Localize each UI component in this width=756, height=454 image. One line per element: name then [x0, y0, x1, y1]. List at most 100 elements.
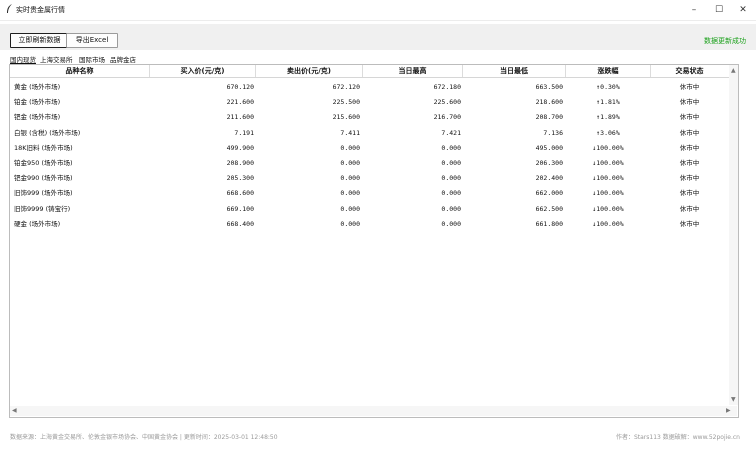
scroll-up-icon[interactable]: ▲ — [731, 67, 736, 74]
cell-name: 钯金 (场外市场) — [14, 113, 61, 122]
window-title: 实时贵金属行情 — [16, 6, 65, 14]
cell-day-high: 7.421 — [441, 128, 461, 137]
cell-day-high: 225.600 — [433, 98, 461, 107]
cell-day-high: 0.000 — [441, 204, 461, 213]
column-header-buy[interactable]: 买入价(元/克) — [150, 65, 256, 77]
cell-name: 白银 (含税) (场外市场) — [14, 128, 81, 137]
cell-name: 黄金 (场外市场) — [14, 83, 61, 91]
vertical-scrollbar[interactable]: ▲ ▼ — [729, 65, 738, 405]
cell-name: 铂金 (场外市场) — [14, 98, 61, 107]
cell-buy-price: 670.120 — [226, 83, 254, 91]
table-row[interactable]: 18K旧料 (场外市场) 499.900 0.000 0.000 495.000 ↓100… — [10, 141, 737, 156]
cell-day-high: 0.000 — [441, 219, 461, 228]
cell-day-low: 202.400 — [535, 174, 563, 183]
cell-day-low: 662.000 — [535, 189, 563, 198]
column-header-change[interactable]: 涨跌幅 — [566, 65, 651, 77]
tab-brand-stores[interactable]: 品牌金店 — [110, 54, 136, 64]
cell-sell-price: 672.120 — [332, 83, 360, 91]
maximize-icon[interactable]: ☐ — [707, 3, 731, 17]
cell-name: 18K旧料 (场外市场) — [14, 143, 73, 152]
scroll-down-icon[interactable]: ▼ — [731, 396, 736, 403]
cell-change: ↓100.00% — [592, 204, 624, 213]
cell-day-high: 0.000 — [441, 143, 461, 152]
data-source-note: 数据来源：上海黄金交易所、伦敦金银市场协会、中国黄金协会 | 更新时间：2025… — [10, 434, 278, 441]
cell-status: 休市中 — [679, 159, 700, 167]
minimize-icon[interactable]: – — [682, 3, 706, 17]
cell-day-low: 7.136 — [543, 128, 563, 137]
tab-domestic-spot[interactable]: 国内现货 — [10, 54, 36, 64]
cell-day-high: 672.180 — [433, 83, 461, 91]
cell-change: ↓100.00% — [592, 189, 624, 198]
cell-day-low: 663.500 — [535, 83, 563, 91]
cell-day-high: 0.000 — [441, 174, 461, 183]
table-row[interactable]: 硬金 (场外市场) 668.400 0.000 0.000 661.800 ↓100.00… — [10, 217, 737, 232]
cell-status: 休市中 — [679, 204, 700, 213]
cell-status: 休市中 — [679, 189, 700, 198]
cell-buy-price: 7.191 — [234, 128, 254, 137]
status-message: 数据更新成功 — [704, 37, 746, 45]
column-header-low[interactable]: 当日最低 — [463, 65, 566, 77]
cell-change: ↑1.89% — [596, 113, 620, 122]
cell-buy-price: 668.600 — [226, 189, 254, 198]
cell-day-low: 206.300 — [535, 159, 563, 167]
cell-change: ↓100.00% — [592, 219, 624, 228]
cell-status: 休市中 — [679, 219, 700, 228]
cell-day-low: 662.500 — [535, 204, 563, 213]
table-header: 品种名称 买入价(元/克) 卖出价(元/克) 当日最高 当日最低 涨跌幅 交易状… — [10, 65, 737, 78]
close-icon[interactable]: ✕ — [731, 3, 755, 17]
cell-buy-price: 668.400 — [226, 219, 254, 228]
title-bar: 实时贵金属行情 – ☐ ✕ — [0, 0, 756, 20]
table-row[interactable]: 钯金 (场外市场) 211.600 215.600 216.700 208.700 ↑1.… — [10, 110, 737, 125]
cell-sell-price: 225.500 — [332, 98, 360, 107]
table-row[interactable]: 旧饰999 (场外市场) 668.600 0.000 0.000 662.000 ↓100… — [10, 186, 737, 201]
cell-day-low: 661.800 — [535, 219, 563, 228]
tab-international-market[interactable]: 国际市场 — [79, 54, 105, 64]
table-row[interactable]: 黄金 (场外市场) 670.120 672.120 672.180 663.500 ↑0.… — [10, 80, 737, 95]
cell-sell-price: 0.000 — [340, 189, 360, 198]
cell-sell-price: 0.000 — [340, 159, 360, 167]
cell-day-low: 495.000 — [535, 143, 563, 152]
cell-buy-price: 499.900 — [226, 143, 254, 152]
price-table: 品种名称 买入价(元/克) 卖出价(元/克) 当日最高 当日最低 涨跌幅 交易状… — [9, 64, 739, 418]
column-header-name[interactable]: 品种名称 — [10, 65, 150, 77]
column-header-status[interactable]: 交易状态 — [651, 65, 728, 77]
feather-icon — [7, 4, 12, 13]
cell-sell-price: 215.600 — [332, 113, 360, 122]
horizontal-scrollbar[interactable]: ◀ ▶ — [10, 406, 737, 416]
table-row[interactable]: 旧饰9999 (铸宝行) 669.100 0.000 0.000 662.500 ↓100… — [10, 202, 737, 217]
author-note: 作者：Stars113 数据破解：www.52pojie.cn — [615, 434, 740, 441]
cell-status: 休市中 — [679, 83, 700, 91]
cell-buy-price: 208.900 — [226, 159, 254, 167]
cell-name: 硬金 (场外市场) — [14, 219, 61, 228]
cell-day-high: 216.700 — [433, 113, 461, 122]
cell-sell-price: 0.000 — [340, 204, 360, 213]
scroll-right-icon[interactable]: ▶ — [726, 407, 731, 414]
column-header-high[interactable]: 当日最高 — [363, 65, 463, 77]
cell-status: 休市中 — [679, 113, 700, 122]
table-row[interactable]: 铂金 (场外市场) 221.600 225.500 225.600 218.600 ↑1.… — [10, 95, 737, 110]
cell-name: 旧饰9999 (铸宝行) — [14, 204, 71, 213]
tab-shanghai-exchange[interactable]: 上海交易所 — [40, 54, 73, 64]
cell-change: ↑0.30% — [596, 83, 620, 91]
cell-sell-price: 0.000 — [340, 174, 360, 183]
cell-day-low: 208.700 — [535, 113, 563, 122]
export-excel-button[interactable]: 导出Excel — [66, 33, 118, 48]
cell-sell-price: 0.000 — [340, 219, 360, 228]
table-row[interactable]: 钯金990 (场外市场) 205.300 0.000 0.000 202.400 ↓100… — [10, 171, 737, 186]
cell-name: 钯金990 (场外市场) — [14, 174, 73, 183]
cell-buy-price: 205.300 — [226, 174, 254, 183]
table-row[interactable]: 铂金950 (场外市场) 208.900 0.000 0.000 206.300 ↓100… — [10, 156, 737, 171]
cell-day-low: 218.600 — [535, 98, 563, 107]
toolbar: 立即刷新数据 导出Excel 数据更新成功 — [0, 24, 756, 50]
cell-status: 休市中 — [679, 174, 700, 183]
cell-change: ↓100.00% — [592, 174, 624, 183]
cell-sell-price: 7.411 — [340, 128, 360, 137]
column-header-sell[interactable]: 卖出价(元/克) — [256, 65, 363, 77]
cell-status: 休市中 — [679, 98, 700, 107]
refresh-button[interactable]: 立即刷新数据 — [10, 33, 69, 48]
table-row[interactable]: 白银 (含税) (场外市场) 7.191 7.411 7.421 7.136 ↑3.06%… — [10, 126, 737, 141]
cell-buy-price: 211.600 — [226, 113, 254, 122]
cell-change: ↓100.00% — [592, 159, 624, 167]
scroll-left-icon[interactable]: ◀ — [12, 407, 17, 414]
cell-change: ↓100.00% — [592, 143, 624, 152]
